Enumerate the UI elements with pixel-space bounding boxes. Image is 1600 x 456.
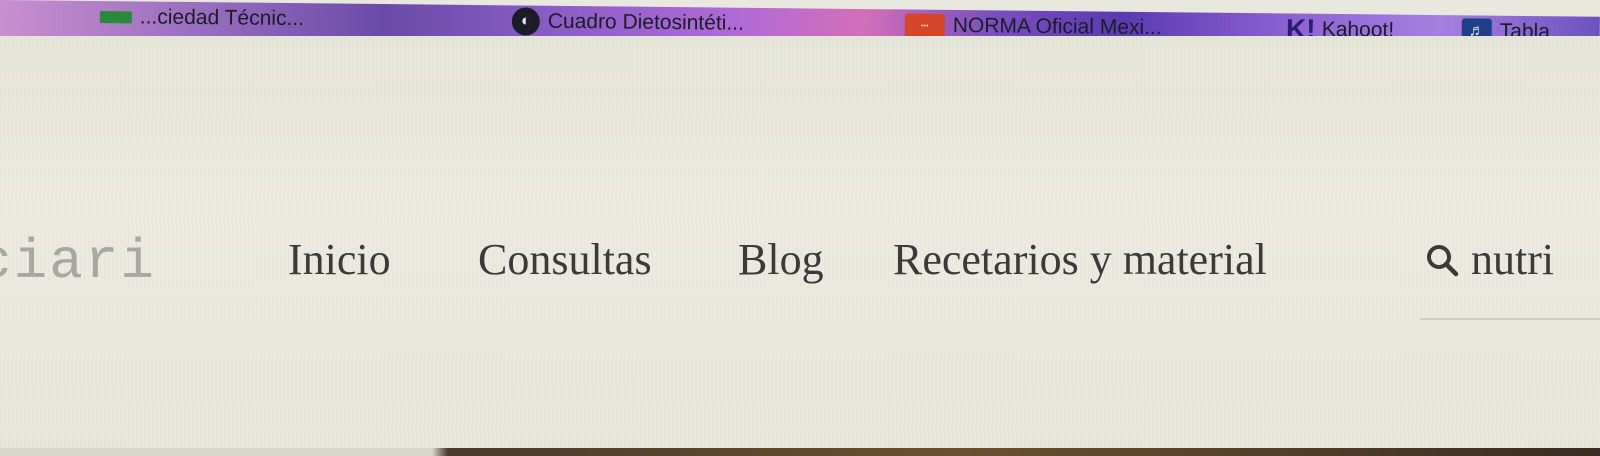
search-field[interactable]: nutri: [1425, 234, 1554, 285]
nav-item-recetarios[interactable]: Recetarios y material: [893, 234, 1267, 285]
screen-bottom-edge: [0, 448, 1600, 456]
screen: ...ciedad Técnic... ◐ Cuadro Dietosintét…: [0, 0, 1600, 456]
bookmark-label: ...ciedad Técnic...: [139, 5, 305, 31]
web-page: ciari Inicio Consultas Blog Recetarios y…: [0, 36, 1600, 456]
bookmark-cuadro-dietosintetico[interactable]: ◐ Cuadro Dietosintéti...: [511, 7, 745, 37]
site-logo[interactable]: ciari: [0, 230, 156, 294]
nav-item-inicio[interactable]: Inicio: [288, 234, 391, 285]
norma-icon: ▪▪▪: [904, 13, 945, 38]
site-header: ciari Inicio Consultas Blog Recetarios y…: [0, 226, 1600, 296]
search-icon[interactable]: [1425, 243, 1459, 277]
nav-item-consultas[interactable]: Consultas: [478, 234, 652, 285]
search-input-value[interactable]: nutri: [1471, 234, 1554, 285]
bookmark-label: Cuadro Dietosintéti...: [547, 9, 745, 35]
search-underline: [1420, 318, 1600, 320]
nav-item-blog[interactable]: Blog: [738, 234, 824, 285]
bookmark-sociedad-tecnica[interactable]: ...ciedad Técnic...: [99, 3, 305, 33]
spreadsheet-icon: [99, 11, 132, 24]
circle-logo-icon: ◐: [511, 7, 540, 36]
